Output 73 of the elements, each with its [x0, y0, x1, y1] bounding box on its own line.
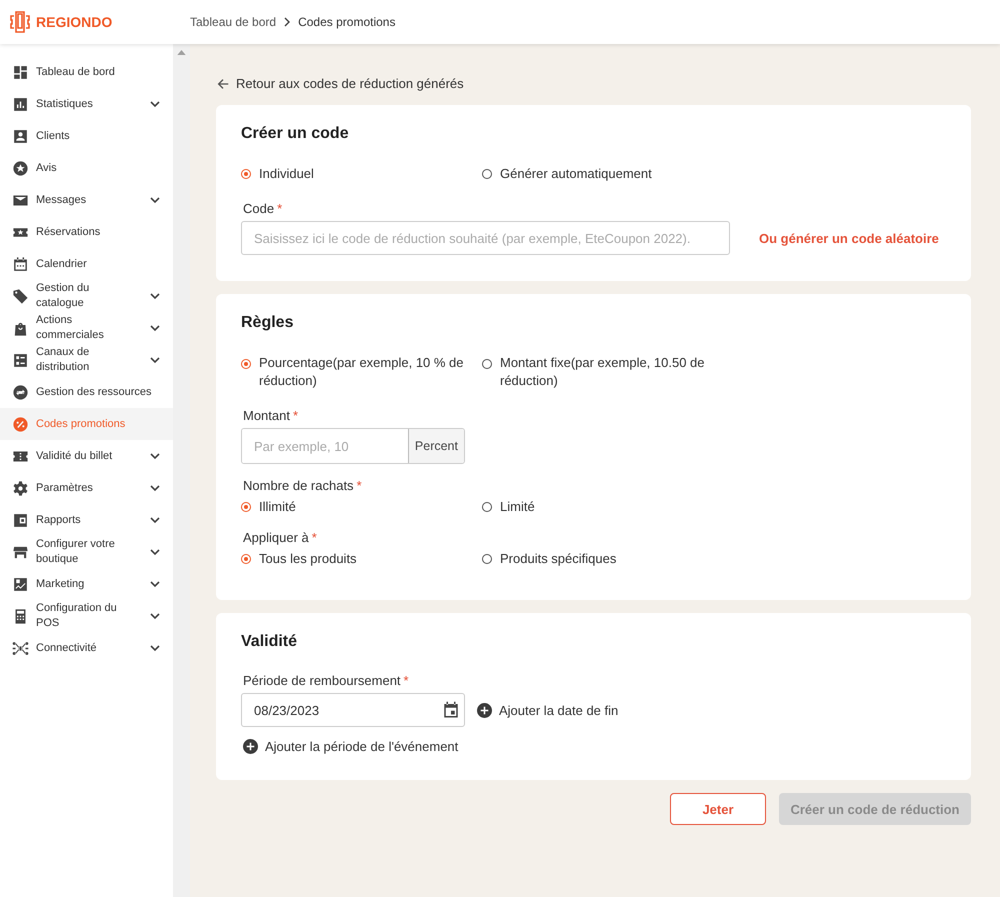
sidebar-item[interactable]: Canaux de distribution: [0, 344, 173, 376]
breadcrumb-link[interactable]: Tableau de bord: [190, 15, 276, 29]
sidebar-item[interactable]: Statistiques: [0, 88, 173, 120]
sidebar-item[interactable]: Réservations: [0, 216, 173, 248]
calendar-icon[interactable]: [442, 701, 460, 719]
radio-option[interactable]: Illimité: [241, 498, 296, 516]
sidebar-item[interactable]: Configurer votre boutique: [0, 536, 173, 568]
sidebar-item[interactable]: Tableau de bord: [0, 56, 173, 88]
radio-button[interactable]: [482, 502, 492, 512]
gear-icon: [12, 480, 29, 496]
tag-icon: [12, 288, 29, 304]
add-end-date-link[interactable]: Ajouter la date de fin: [477, 702, 618, 718]
discard-button[interactable]: Jeter: [670, 793, 766, 825]
field-label: Période de remboursement *: [243, 673, 409, 688]
sidebar-item[interactable]: Validité du billet: [0, 440, 173, 472]
bar-chart-icon: [12, 96, 29, 112]
radio-option[interactable]: Pourcentage(par exemple, 10 % de réduction): [241, 354, 476, 390]
percent-icon: [12, 416, 29, 432]
radio-button[interactable]: [241, 169, 251, 179]
code-input-field[interactable]: Saisissez ici le code de réduction souhaité (par exemple, EteCoupon 2022).: [241, 221, 730, 255]
field-label: Appliquer à *: [243, 530, 317, 545]
radio-option[interactable]: Individuel: [241, 165, 314, 183]
radio-button[interactable]: [482, 554, 492, 564]
radio-button[interactable]: [241, 359, 251, 369]
breadcrumb-link[interactable]: Codes promotions: [298, 15, 396, 29]
back-link[interactable]: Retour aux codes de réduction générés: [216, 76, 464, 91]
add-event-period-link[interactable]: Ajouter la période de l'événement: [243, 739, 458, 754]
unit-label: Percent: [408, 429, 464, 463]
chevron-right-icon: [282, 17, 292, 27]
sidebar-item[interactable]: Actions commerciales: [0, 312, 173, 344]
network-icon: [12, 640, 29, 656]
star-icon: [12, 160, 29, 176]
sidebar-item[interactable]: Gestion du catalogue: [0, 280, 173, 312]
swap-icon: [12, 384, 29, 400]
dashboard-icon: [12, 64, 29, 80]
radio-button[interactable]: [241, 554, 251, 564]
date-field[interactable]: 08/23/2023: [241, 693, 465, 727]
calendar-icon: [12, 256, 29, 272]
radio-option[interactable]: Montant fixe(par exemple, 10.50 de réduction): [482, 354, 717, 390]
radio-button[interactable]: [482, 169, 492, 179]
logo-icon: [8, 10, 32, 34]
sidebar-item[interactable]: Clients: [0, 120, 173, 152]
sidebar-item[interactable]: Connectivité: [0, 632, 173, 664]
card-title: Validité: [241, 633, 298, 651]
radio-button[interactable]: [241, 502, 251, 512]
sidebar-item[interactable]: Avis: [0, 152, 173, 184]
field-label: Montant *: [243, 408, 298, 423]
radio-option[interactable]: Limité: [482, 498, 535, 516]
sidebar-item[interactable]: Rapports: [0, 504, 173, 536]
radio-option[interactable]: Tous les produits: [241, 550, 357, 568]
arrow-left-icon: [216, 76, 230, 90]
sidebar-item[interactable]: Configuration du POS: [0, 600, 173, 632]
sidebar-item[interactable]: Paramètres: [0, 472, 173, 504]
list-icon: [12, 352, 29, 368]
brand-name: REGIONDO: [36, 14, 112, 30]
field-label: Nombre de rachats *: [243, 478, 362, 493]
scroll-up-icon[interactable]: [177, 50, 186, 55]
card-title: Créer un code: [241, 125, 350, 143]
radio-button[interactable]: [482, 359, 492, 369]
sidebar-item[interactable]: Marketing: [0, 568, 173, 600]
person-icon: [12, 128, 29, 144]
field-label: Code *: [243, 201, 282, 216]
generate-random-code-link[interactable]: Ou générer un code aléatoire: [759, 230, 939, 246]
sidebar-item[interactable]: Messages: [0, 184, 173, 216]
radio-option[interactable]: Produits spécifiques: [482, 550, 616, 568]
sidebar-item[interactable]: Calendrier: [0, 248, 173, 280]
scrollbar[interactable]: [173, 44, 190, 897]
chart-icon: [12, 576, 29, 592]
card-title: Règles: [241, 314, 294, 332]
radio-option[interactable]: Générer automatiquement: [482, 165, 652, 183]
amount-input-field[interactable]: Par exemple, 10 Percent: [241, 428, 465, 464]
sidebar-item[interactable]: Gestion des ressources: [0, 376, 173, 408]
wallet-icon: [12, 512, 29, 528]
